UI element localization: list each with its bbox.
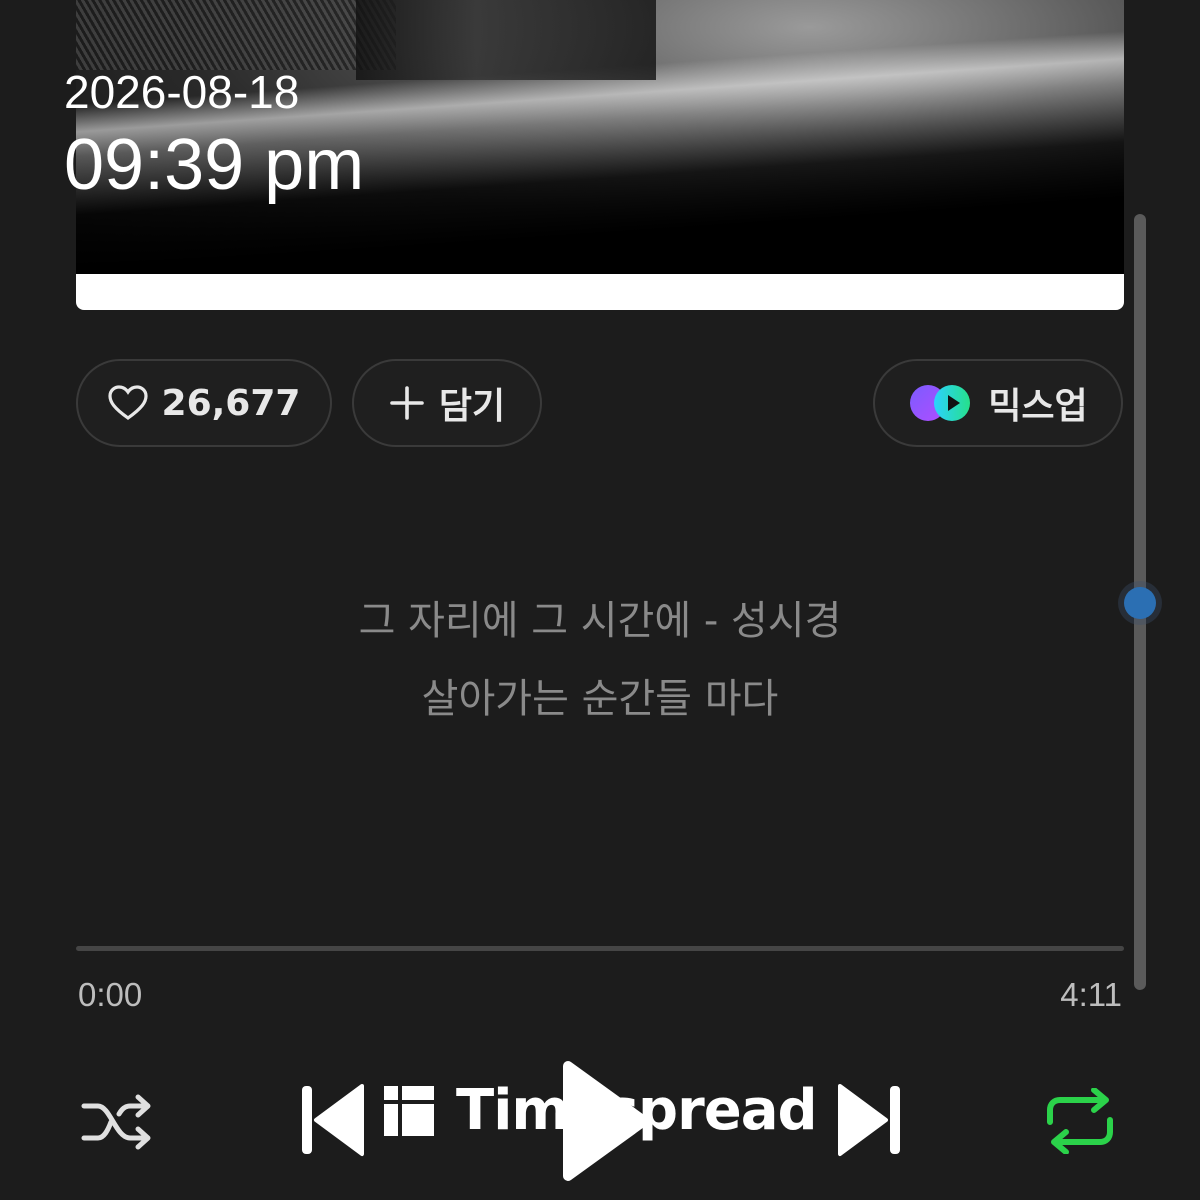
like-count: 26,677 bbox=[161, 382, 301, 424]
mixup-button[interactable]: 믹스업 bbox=[873, 359, 1123, 447]
repeat-icon bbox=[1047, 1087, 1113, 1155]
mixup-label: 믹스업 bbox=[988, 386, 1088, 427]
lyric-line-current[interactable]: 그 자리에 그 시간에 - 성시경 bbox=[0, 588, 1200, 646]
shuffle-button[interactable] bbox=[80, 1092, 154, 1156]
overlay-time: 09:39 pm bbox=[64, 125, 365, 205]
play-icon bbox=[563, 1061, 649, 1181]
heart-icon bbox=[107, 385, 148, 420]
shuffle-icon bbox=[81, 1094, 151, 1150]
seek-bar[interactable] bbox=[76, 946, 1124, 951]
previous-icon bbox=[302, 1084, 364, 1156]
scrollbar-thumb[interactable] bbox=[1124, 587, 1156, 619]
lyric-line-next[interactable]: 살아가는 순간들 마다 bbox=[0, 666, 1200, 724]
repeat-button[interactable] bbox=[1044, 1087, 1116, 1158]
add-to-playlist-button[interactable]: 담기 bbox=[352, 359, 542, 447]
elapsed-time: 0:00 bbox=[78, 976, 143, 1013]
previous-button[interactable] bbox=[300, 1082, 366, 1162]
total-duration: 4:11 bbox=[1060, 976, 1122, 1013]
like-button[interactable]: 26,677 bbox=[76, 359, 332, 447]
next-icon bbox=[838, 1084, 900, 1156]
album-art-grass bbox=[76, 0, 396, 70]
watermark-logo-icon bbox=[384, 1085, 434, 1136]
plus-icon bbox=[390, 386, 424, 420]
next-button[interactable] bbox=[836, 1082, 902, 1162]
play-button[interactable] bbox=[560, 1058, 650, 1188]
datetime-overlay: 2026-08-18 09:39 pm bbox=[64, 66, 364, 206]
overlay-date: 2026-08-18 bbox=[64, 66, 300, 118]
mixup-icon bbox=[910, 385, 971, 421]
album-art-figure bbox=[356, 0, 656, 80]
add-label: 담기 bbox=[438, 386, 506, 427]
